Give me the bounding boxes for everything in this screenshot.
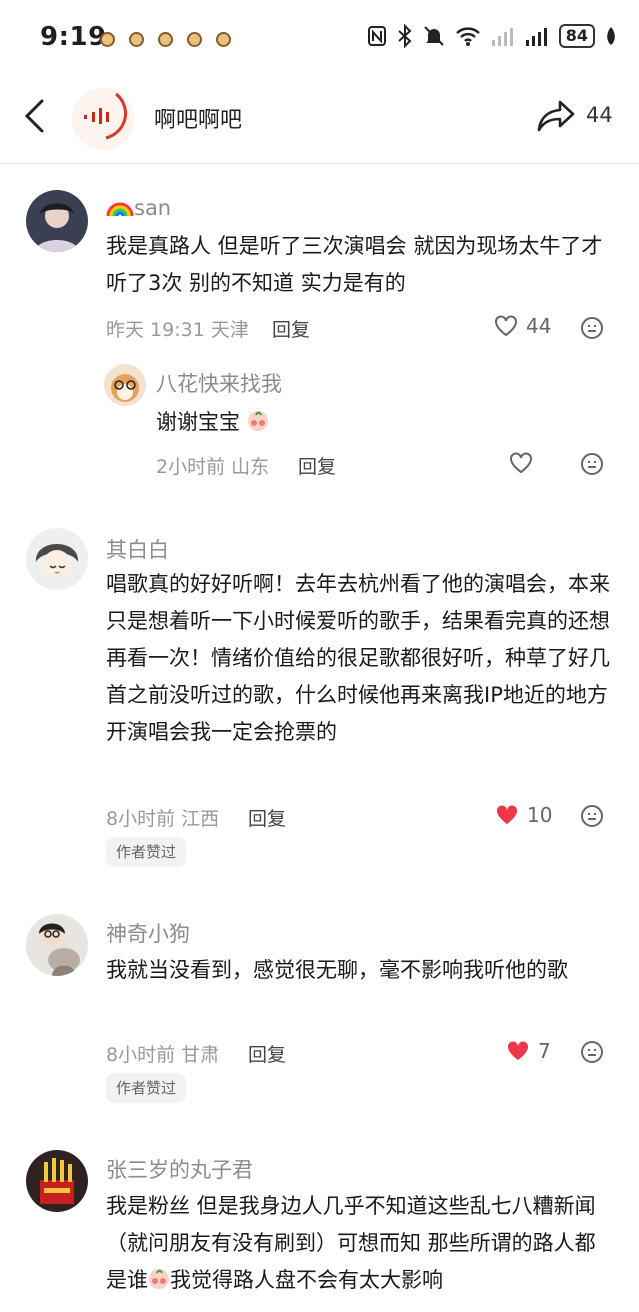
comment-text: 唱歌真的好好听啊！去年去杭州看了他的演唱会，本来只是想着听一下小时候爱听的歌手，… (106, 572, 610, 744)
reply-username[interactable]: 八花快来找我 (156, 368, 282, 398)
like-count: 7 (538, 1039, 551, 1063)
comment-username[interactable]: san (106, 196, 171, 220)
comment-username[interactable]: 其白白 (106, 534, 169, 564)
comment-text: 我就当没看到，感觉很无聊，毫不影响我听他的歌 (106, 958, 568, 982)
avatar[interactable] (26, 190, 88, 252)
heart-outline-icon (510, 452, 532, 474)
rainbow-icon (106, 202, 134, 217)
heart-outline-icon (495, 315, 517, 337)
leaf-icon (607, 27, 615, 45)
comment-meta: 8小时前 江西 (106, 804, 219, 831)
share-icon[interactable] (536, 98, 576, 134)
post-title[interactable]: 啊吧啊吧 (154, 102, 242, 134)
battery-indicator: 84 (558, 24, 595, 48)
conversation-header: 啊吧啊吧 44 (0, 78, 639, 164)
comment-item: san 我是真路人 但是听了三次演唱会 就因为现场太牛了才听了3次 别的不知道 … (0, 164, 639, 514)
avatar[interactable] (26, 528, 88, 590)
comment-meta: 昨天 19:31 天津 (106, 315, 249, 342)
emoji-react-icon[interactable] (580, 1040, 604, 1064)
comment-location: 江西 (181, 808, 220, 830)
app-notification-icon (100, 32, 115, 47)
comment-time: 8小时前 (106, 808, 176, 830)
comment-text-part: 我觉得路人盘不会有太大影响 (170, 1268, 443, 1292)
comment-item: 张三岁的丸子君 我是粉丝 但是我身边人几乎不知道这些乱七八糟新闻（就问朋友有没有… (0, 1132, 639, 1312)
heart-filled-icon (507, 1041, 529, 1060)
app-notification-icon (216, 32, 231, 47)
comment-item: 神奇小狗 我就当没看到，感觉很无聊，毫不影响我听他的歌 8小时前 甘肃 回复 7… (0, 884, 639, 1132)
comment-text: 我是真路人 但是听了三次演唱会 就因为现场太牛了才听了3次 别的不知道 实力是有… (106, 234, 603, 295)
like-button[interactable]: 44 (494, 314, 551, 338)
app-notification-icon (158, 32, 173, 47)
reply-button[interactable]: 回复 (248, 1040, 286, 1067)
comment-meta: 8小时前 甘肃 (106, 1040, 219, 1067)
reply-button[interactable]: 回复 (298, 452, 336, 479)
author-liked-badge: 作者赞过 (106, 837, 187, 867)
author-liked-badge: 作者赞过 (106, 1073, 187, 1103)
avatar[interactable] (104, 364, 146, 406)
reply-button[interactable]: 回复 (272, 315, 310, 342)
post-avatar-image (72, 88, 134, 150)
comment-username[interactable]: 张三岁的丸子君 (106, 1154, 253, 1184)
heart-filled-icon (496, 805, 518, 824)
emoji-react-icon[interactable] (580, 452, 604, 476)
status-bar: 9:19 84 (0, 0, 639, 78)
like-button[interactable]: 7 (506, 1039, 551, 1063)
reply-text: 谢谢宝宝 (156, 404, 596, 441)
emoji-react-icon[interactable] (580, 804, 604, 828)
comment-username[interactable]: 神奇小狗 (106, 918, 190, 948)
wifi-icon (455, 27, 480, 46)
blush-emoji-icon (247, 411, 268, 431)
like-button[interactable] (509, 452, 533, 474)
mute-icon (424, 26, 444, 46)
share-count: 44 (586, 103, 613, 127)
comment-location: 甘肃 (181, 1044, 220, 1066)
signal-weak-icon (491, 28, 513, 46)
reply-meta: 2小时前 山东 (156, 452, 269, 479)
system-icons: 84 (367, 24, 617, 48)
like-button[interactable]: 10 (495, 803, 552, 827)
avatar[interactable] (26, 914, 88, 976)
reply-location: 山东 (231, 456, 270, 478)
notification-icons (100, 32, 231, 47)
post-avatar[interactable] (72, 88, 134, 150)
comment-location: 天津 (210, 319, 249, 341)
like-count: 44 (526, 314, 552, 338)
like-count: 10 (527, 803, 553, 827)
avatar[interactable] (26, 1150, 88, 1212)
app-notification-icon (129, 32, 144, 47)
comment-time: 8小时前 (106, 1044, 176, 1066)
comment-time: 昨天 19:31 (106, 319, 205, 341)
nfc-icon (367, 26, 386, 46)
comment-text: 我是粉丝 但是我身边人几乎不知道这些乱七八糟新闻（就问朋友有没有刷到）可想而知 … (106, 1188, 616, 1299)
app-notification-icon (187, 32, 202, 47)
bluetooth-icon (398, 24, 412, 48)
reply-button[interactable]: 回复 (248, 804, 286, 831)
emoji-react-icon[interactable] (580, 316, 604, 340)
back-icon[interactable] (22, 98, 48, 134)
reply-text-content: 谢谢宝宝 (156, 410, 240, 434)
signal-strong-icon (525, 28, 547, 46)
blush-emoji-icon (149, 1269, 169, 1289)
status-time: 9:19 (40, 22, 107, 52)
reply-time: 2小时前 (156, 456, 226, 478)
comment-username-text: san (134, 196, 172, 220)
comment-item: 其白白 唱歌真的好好听啊！去年去杭州看了他的演唱会，本来只是想着听一下小时候爱听… (0, 514, 639, 884)
